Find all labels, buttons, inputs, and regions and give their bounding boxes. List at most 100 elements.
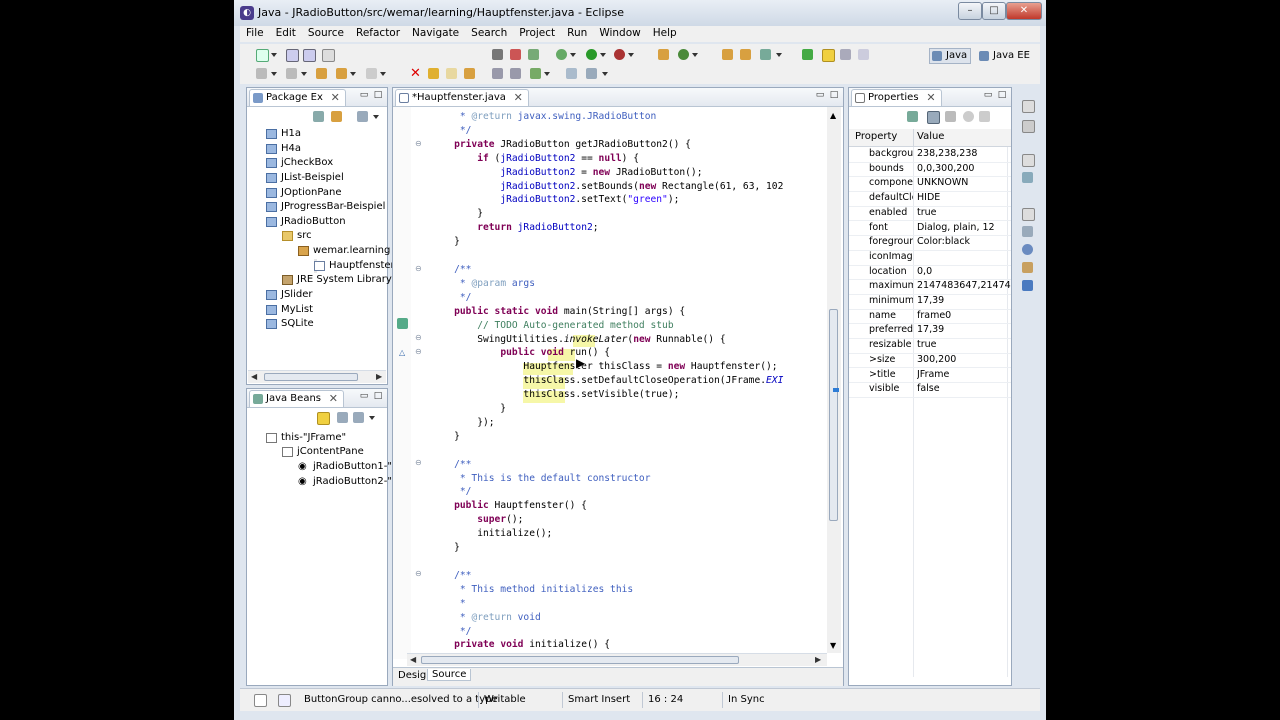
restore-icon[interactable] [1022, 208, 1035, 221]
editor-hscroll[interactable]: ◀ ▶ [407, 653, 827, 666]
property-row[interactable]: foregroun Color:black [849, 235, 1011, 251]
paste-icon[interactable] [446, 68, 457, 79]
debug-tool-icon[interactable] [492, 49, 503, 60]
scroll-down-icon[interactable]: ▼ [830, 641, 836, 650]
property-value[interactable]: JFrame [917, 368, 1011, 383]
property-value[interactable]: true [917, 206, 1011, 221]
property-row[interactable]: compone UNKNOWN [849, 176, 1011, 193]
property-row[interactable]: preferredS 17,39 [849, 323, 1011, 340]
alignment-icon[interactable] [464, 68, 475, 79]
view-menu-icon[interactable] [979, 111, 990, 122]
scroll-thumb[interactable] [264, 373, 358, 381]
close-tab-icon[interactable]: ✕ [514, 90, 523, 106]
menu-project[interactable]: Project [513, 26, 561, 40]
open-type-icon[interactable] [722, 49, 733, 60]
scroll-left-icon[interactable]: ◀ [410, 655, 416, 664]
back-icon[interactable] [336, 68, 347, 79]
property-row[interactable]: minimum 17,39 [849, 294, 1011, 310]
property-value[interactable]: 17,39 [917, 294, 1011, 309]
show-categories-icon[interactable] [907, 111, 918, 122]
minimize-view-icon[interactable]: ▭ [983, 91, 993, 101]
run-tool-icon[interactable] [510, 49, 521, 60]
menu-navigate[interactable]: Navigate [406, 26, 465, 40]
menu-search[interactable]: Search [465, 26, 513, 40]
new-dropdown-icon[interactable] [271, 53, 277, 57]
copy-icon[interactable] [428, 68, 439, 79]
declaration-icon[interactable] [1022, 262, 1033, 273]
close-window-button[interactable]: ✕ [1006, 2, 1042, 20]
minimize-view-icon[interactable]: ▭ [815, 91, 825, 101]
close-tab-icon[interactable]: ✕ [331, 90, 340, 106]
menu-file[interactable]: File [240, 26, 270, 40]
console-icon[interactable] [1022, 280, 1033, 291]
grid-dropdown-icon[interactable] [602, 72, 608, 76]
menu-source[interactable]: Source [302, 26, 350, 40]
tab-hauptfenster-java[interactable]: *Hauptfenster.java ✕ [395, 89, 529, 106]
debug-dropdown-icon[interactable] [570, 53, 576, 57]
annotation-prev-icon[interactable] [286, 68, 297, 79]
fold-icon[interactable]: ⊖ [415, 570, 423, 578]
property-value[interactable]: 238,238,238 [917, 147, 1011, 162]
filter-icon[interactable] [317, 412, 330, 425]
marquee-icon[interactable] [510, 68, 521, 79]
menu-run[interactable]: Run [561, 26, 593, 40]
tree-item-selected[interactable]: Hauptfenster [314, 259, 395, 273]
property-row[interactable]: >title JFrame [849, 368, 1011, 384]
open-task-icon[interactable] [740, 49, 751, 60]
property-value[interactable]: Dialog, plain, 12 [917, 221, 1011, 236]
fold-icon[interactable]: ⊖ [415, 348, 423, 356]
close-tab-icon[interactable]: ✕ [926, 90, 935, 106]
forward-icon[interactable] [366, 68, 377, 79]
menu-help[interactable]: Help [647, 26, 683, 40]
toggle-breadcrumb-icon[interactable] [802, 49, 813, 60]
choose-bean-dropdown-icon[interactable] [544, 72, 550, 76]
view-menu-icon[interactable] [357, 111, 368, 122]
mark-occurrences-icon[interactable] [822, 49, 835, 62]
tab-source[interactable]: Source [427, 669, 472, 681]
outline-icon[interactable] [1022, 120, 1035, 133]
scroll-thumb[interactable] [829, 309, 838, 521]
maximize-view-icon[interactable]: □ [373, 91, 383, 101]
property-value[interactable]: 300,200 [917, 353, 1011, 368]
restore-default-icon[interactable] [963, 111, 974, 122]
property-value[interactable]: UNKNOWN [917, 176, 1011, 191]
run-dropdown-icon[interactable] [600, 53, 606, 57]
grid-icon[interactable] [586, 68, 597, 79]
annotation-prev-dropdown-icon[interactable] [301, 72, 307, 76]
property-row[interactable]: >size 300,200 [849, 353, 1011, 369]
forward-dropdown-icon[interactable] [380, 72, 386, 76]
source-code[interactable]: * @return javax.swing.JRadioButton */ pr… [431, 110, 783, 652]
property-value[interactable]: Color:black [917, 235, 1011, 250]
block-selection-icon[interactable] [840, 49, 851, 60]
delete-icon[interactable]: ✕ [410, 67, 421, 80]
back-dropdown-icon[interactable] [350, 72, 356, 76]
menu-window[interactable]: Window [593, 26, 646, 40]
property-value[interactable]: 2147483647,21474... [917, 279, 1011, 294]
fold-icon[interactable]: ⊖ [415, 334, 423, 342]
problems-icon[interactable] [1022, 226, 1033, 237]
restore-icon[interactable] [1022, 154, 1035, 167]
perspective-javaee[interactable]: Java EE [976, 48, 1034, 64]
choose-bean-icon[interactable] [530, 68, 541, 79]
property-value[interactable]: 17,39 [917, 323, 1011, 338]
javadoc-icon[interactable] [1022, 244, 1033, 255]
collapse-all-icon[interactable] [313, 111, 324, 122]
close-tab-icon[interactable]: ✕ [329, 391, 338, 407]
print-icon[interactable] [322, 49, 335, 62]
property-row[interactable]: maximum 2147483647,21474... [849, 279, 1011, 295]
property-value[interactable]: 0,0,300,200 [917, 162, 1011, 177]
external-tools-dropdown-icon[interactable] [628, 53, 634, 57]
last-edit-icon[interactable] [316, 68, 327, 79]
bean-icon[interactable] [528, 49, 539, 60]
save-all-icon[interactable] [303, 49, 316, 62]
property-row[interactable]: defaultClc HIDE [849, 191, 1011, 207]
view-menu-dropdown-icon[interactable] [369, 416, 375, 420]
property-value[interactable]: frame0 [917, 309, 1011, 324]
tab-java-beans[interactable]: Java Beans ✕ [249, 390, 344, 407]
annotation-next-icon[interactable] [256, 68, 267, 79]
property-value[interactable]: true [917, 338, 1011, 353]
column-value[interactable]: Value [917, 131, 944, 142]
fast-view-icon[interactable] [254, 694, 267, 707]
perspective-java[interactable]: Java [929, 48, 972, 64]
external-tools-icon[interactable] [614, 49, 625, 60]
